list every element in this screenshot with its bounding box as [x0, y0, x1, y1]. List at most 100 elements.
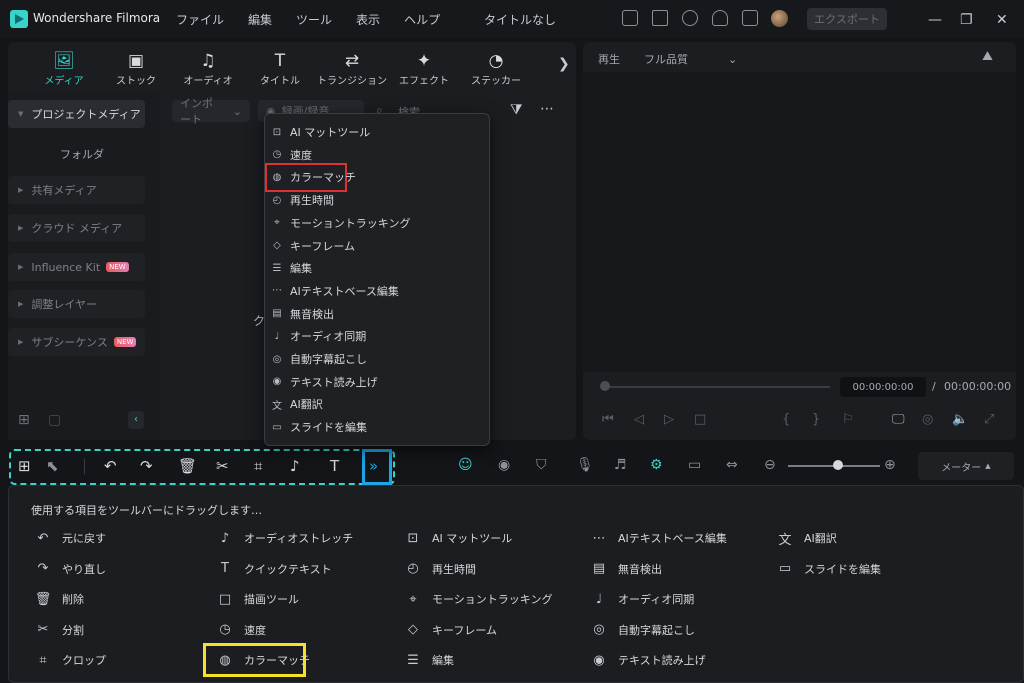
- draggable-tool-item[interactable]: 文 AI翻訳: [776, 529, 836, 548]
- save-icon[interactable]: [652, 10, 668, 26]
- import-dropdown[interactable]: インポート ⌄: [172, 97, 250, 126]
- mark-in-icon[interactable]: {: [782, 412, 790, 427]
- tab-transition[interactable]: ⇄ トランジション: [316, 50, 388, 87]
- tab-stock[interactable]: ▣ ストック: [100, 50, 172, 87]
- draggable-tool-item[interactable]: ◎ 自動字幕起こし: [590, 621, 695, 639]
- draggable-tool-item[interactable]: ↷ やり直し: [34, 560, 106, 578]
- menu-view[interactable]: 表示: [356, 11, 380, 28]
- volume-icon[interactable]: 🔈: [952, 412, 968, 427]
- dropdown-item-edit-slides[interactable]: ▭ スライドを編集: [270, 417, 367, 437]
- dropdown-item-silence-detect[interactable]: ▤ 無音検出: [270, 304, 334, 324]
- stop-icon[interactable]: □: [694, 412, 706, 427]
- zoom-in-icon[interactable]: ⊕: [884, 457, 896, 473]
- more-icon[interactable]: ⋯: [540, 101, 554, 117]
- draggable-tool-item[interactable]: T クイックテキスト: [216, 560, 332, 578]
- sidebar-item-folder[interactable]: フォルダ: [60, 146, 104, 162]
- ai-tools-icon[interactable]: ⚙: [650, 457, 663, 473]
- tab-title[interactable]: T タイトル: [244, 50, 316, 87]
- draggable-tool-item[interactable]: ⊡ AI マットツール: [404, 529, 513, 547]
- draggable-tool-item[interactable]: ⌗ クロップ: [34, 651, 106, 669]
- dropdown-item-edit[interactable]: ☰ 編集: [270, 258, 312, 278]
- quick-text-icon[interactable]: T: [330, 457, 339, 475]
- dropdown-item-speed[interactable]: ◷ 速度: [270, 145, 312, 165]
- draggable-tool-item[interactable]: ◇ キーフレーム: [404, 621, 497, 639]
- layout-icon[interactable]: [622, 10, 638, 26]
- audio-stretch-icon[interactable]: ♪: [290, 457, 300, 475]
- tab-effect[interactable]: ✦ エフェクト: [388, 50, 460, 87]
- dropdown-item-duration[interactable]: ◴ 再生時間: [270, 190, 334, 210]
- maximize-icon[interactable]: ❐: [960, 12, 973, 28]
- prev-frame-icon[interactable]: ⏮: [602, 412, 614, 427]
- play-icon[interactable]: ▷: [664, 412, 674, 427]
- crop-icon[interactable]: ⌗: [254, 457, 262, 475]
- delete-icon[interactable]: 🗑: [178, 457, 197, 475]
- draggable-tool-item[interactable]: ◴ 再生時間: [404, 560, 476, 578]
- zoom-slider-handle[interactable]: [833, 460, 843, 470]
- dropdown-item-audio-sync[interactable]: ♩ オーディオ同期: [270, 326, 367, 346]
- draggable-tool-item[interactable]: ✂ 分割: [34, 621, 84, 639]
- dropdown-item-ai-translate[interactable]: 文 AI翻訳: [270, 394, 323, 414]
- multicam-icon[interactable]: ▭: [688, 457, 701, 473]
- draggable-tool-item[interactable]: ◉ テキスト読み上げ: [590, 651, 705, 669]
- ai-face-icon[interactable]: ☺: [458, 457, 473, 473]
- new-folder-icon[interactable]: ⊞: [18, 412, 30, 428]
- draggable-tool-item[interactable]: □ 描画ツール: [216, 590, 299, 608]
- music-list-icon[interactable]: ♬: [614, 457, 627, 473]
- redo-icon[interactable]: ↷: [140, 457, 153, 475]
- dropdown-item-ai-text-edit[interactable]: ⋯ AIテキストベース編集: [270, 281, 399, 301]
- tab-media[interactable]: 🖼 メディア: [28, 50, 100, 87]
- folder-icon[interactable]: ▢: [48, 412, 61, 428]
- dropdown-item-auto-caption[interactable]: ◎ 自動字幕起こし: [270, 349, 367, 369]
- filter-icon[interactable]: ⧩: [510, 102, 523, 118]
- collapse-sidebar-icon[interactable]: ‹: [128, 411, 144, 429]
- sidebar-item-project-media[interactable]: ▼ プロジェクトメディア: [8, 100, 145, 128]
- sidebar-item-cloud-media[interactable]: ▶ クラウド メディア: [8, 214, 145, 242]
- display-icon[interactable]: 🖵: [892, 412, 905, 427]
- fit-timeline-icon[interactable]: ⇔: [726, 457, 738, 473]
- menu-edit[interactable]: 編集: [248, 11, 272, 28]
- camera-icon[interactable]: ◎: [922, 412, 933, 427]
- microphone-icon[interactable]: 🎙: [576, 457, 594, 473]
- layout-grid-icon[interactable]: ⊞: [18, 457, 31, 475]
- dropdown-item-color-match[interactable]: ◍ カラーマッチ: [270, 167, 356, 187]
- draggable-tool-item[interactable]: 🗑 削除: [34, 590, 84, 608]
- tab-sticker[interactable]: ◔ ステッカー: [460, 50, 532, 87]
- menu-tools[interactable]: ツール: [296, 11, 332, 28]
- draggable-tool-item[interactable]: ☰ 編集: [404, 651, 454, 669]
- auto-beat-icon[interactable]: ◉: [498, 457, 510, 473]
- menu-file[interactable]: ファイル: [176, 11, 224, 28]
- shield-icon[interactable]: ⛉: [536, 457, 547, 473]
- fullscreen-icon[interactable]: ⤢: [984, 412, 994, 427]
- dropdown-item-keyframe[interactable]: ◇ キーフレーム: [270, 236, 355, 256]
- draggable-tool-item[interactable]: ♩ オーディオ同期: [590, 590, 694, 608]
- minimize-icon[interactable]: —: [928, 12, 942, 28]
- close-icon[interactable]: ✕: [996, 12, 1008, 28]
- mark-out-icon[interactable]: }: [812, 412, 820, 427]
- meter-dropdown[interactable]: メーター ▲: [918, 452, 1014, 480]
- cloud-upload-icon[interactable]: [682, 10, 698, 26]
- headset-icon[interactable]: [712, 10, 728, 26]
- scrubber-handle[interactable]: [600, 381, 610, 391]
- zoom-out-icon[interactable]: ⊖: [764, 457, 776, 473]
- step-back-icon[interactable]: ◁: [634, 412, 644, 427]
- snapshot-icon[interactable]: ⛰: [982, 49, 993, 64]
- quality-dropdown[interactable]: フル品質 ⌄: [644, 51, 737, 67]
- draggable-tool-item[interactable]: ▤ 無音検出: [590, 560, 662, 578]
- grid-icon[interactable]: [742, 10, 758, 26]
- draggable-tool-item[interactable]: ⋯ AIテキストベース編集: [590, 529, 727, 547]
- tab-audio[interactable]: ♫ オーディオ: [172, 50, 244, 87]
- sidebar-item-subsequence[interactable]: ▶ サブシーケンス NEW: [8, 328, 145, 356]
- menu-help[interactable]: ヘルプ: [404, 11, 440, 28]
- dropdown-item-motion-tracking[interactable]: ⌖ モーショントラッキング: [270, 213, 410, 233]
- double-chevron-icon[interactable]: »: [369, 457, 378, 475]
- chevron-right-icon[interactable]: ❯: [558, 56, 570, 72]
- avatar[interactable]: [771, 10, 788, 27]
- sidebar-item-adjustment-layer[interactable]: ▶ 調整レイヤー: [8, 290, 145, 318]
- draggable-tool-item[interactable]: ⌖ モーショントラッキング: [404, 590, 552, 608]
- undo-icon[interactable]: ↶: [104, 457, 117, 475]
- playback-scrubber[interactable]: [604, 386, 830, 388]
- export-button[interactable]: エクスポート: [807, 8, 887, 30]
- draggable-tool-item[interactable]: ▭ スライドを編集: [776, 560, 881, 578]
- draggable-tool-item[interactable]: ↶ 元に戻す: [34, 529, 106, 547]
- draggable-tool-item[interactable]: ◷ 速度: [216, 621, 266, 639]
